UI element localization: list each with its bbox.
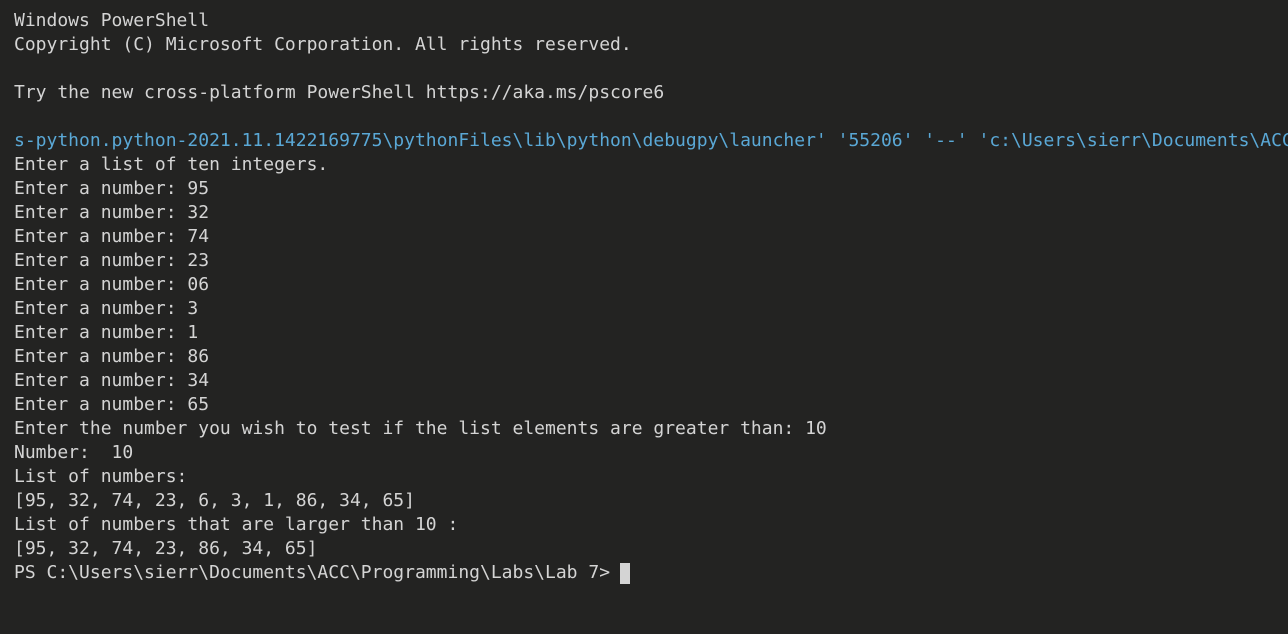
output-line: Enter a number: 1 bbox=[14, 322, 199, 343]
header-title: Windows PowerShell bbox=[14, 10, 210, 31]
output-line: [95, 32, 74, 23, 6, 3, 1, 86, 34, 65] bbox=[14, 490, 415, 511]
output-line: Enter a list of ten integers. bbox=[14, 154, 329, 175]
header-copyright: Copyright (C) Microsoft Corporation. All… bbox=[14, 34, 632, 55]
output-line: List of numbers: bbox=[14, 466, 188, 487]
powershell-terminal[interactable]: Windows PowerShell Copyright (C) Microso… bbox=[14, 9, 1288, 585]
output-line: Enter a number: 74 bbox=[14, 226, 210, 247]
output-line: Enter the number you wish to test if the… bbox=[14, 418, 827, 439]
output-line: Enter a number: 65 bbox=[14, 394, 210, 415]
output-line: Enter a number: 06 bbox=[14, 274, 210, 295]
output-line: Enter a number: 23 bbox=[14, 250, 210, 271]
text-cursor bbox=[620, 562, 631, 584]
output-line: [95, 32, 74, 23, 86, 34, 65] bbox=[14, 538, 318, 559]
output-line: List of numbers that are larger than 10 … bbox=[14, 514, 459, 535]
output-line: Enter a number: 32 bbox=[14, 202, 210, 223]
output-line: Enter a number: 86 bbox=[14, 346, 210, 367]
output-line: Enter a number: 95 bbox=[14, 178, 210, 199]
command-line: s-python.python-2021.11.1422169775\pytho… bbox=[14, 130, 1288, 151]
output-line: Number: 10 bbox=[14, 442, 134, 463]
shell-prompt: PS C:\Users\sierr\Documents\ACC\Programm… bbox=[14, 562, 611, 583]
output-line: Enter a number: 34 bbox=[14, 370, 210, 391]
prompt-row[interactable]: PS C:\Users\sierr\Documents\ACC\Programm… bbox=[14, 561, 1288, 585]
output-line: Enter a number: 3 bbox=[14, 298, 199, 319]
header-tip: Try the new cross-platform PowerShell ht… bbox=[14, 82, 665, 103]
